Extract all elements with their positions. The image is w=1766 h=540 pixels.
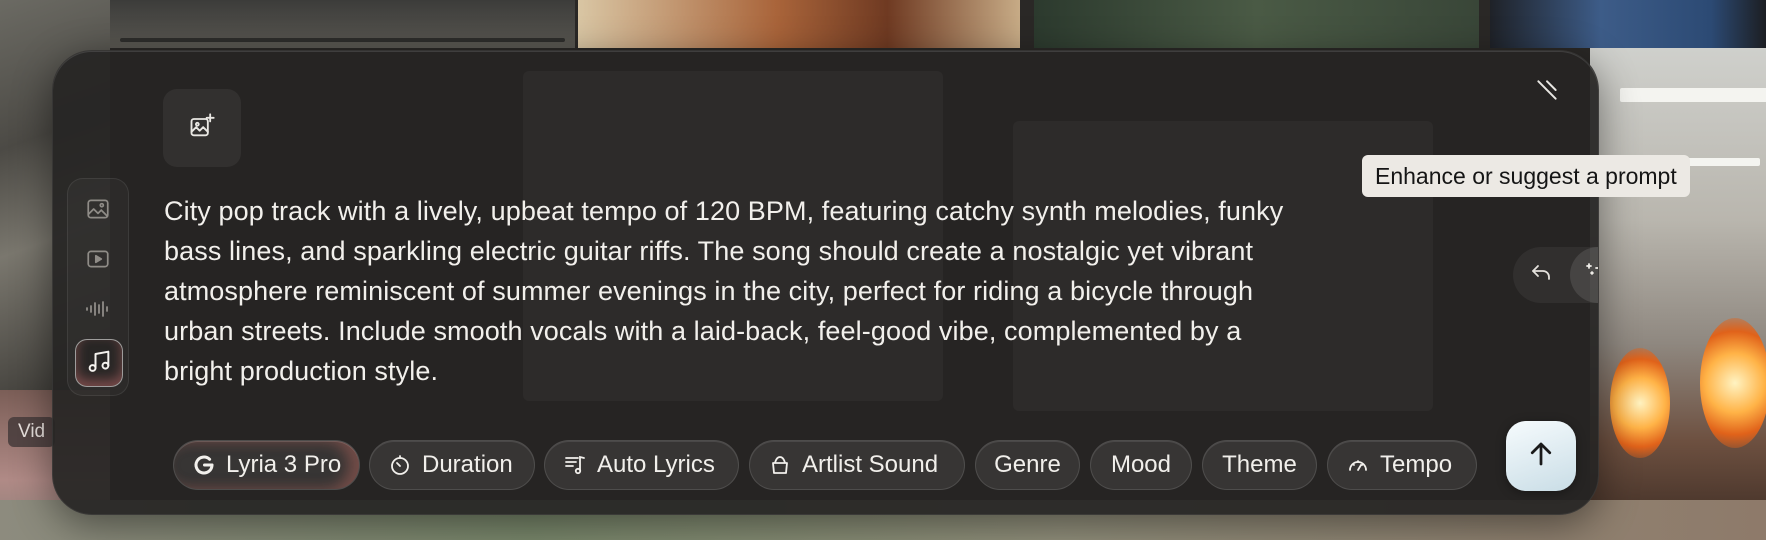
mode-image-button[interactable] — [74, 187, 122, 235]
duration-label: Duration — [422, 451, 513, 478]
add-media-button[interactable] — [163, 89, 241, 167]
bag-icon — [768, 453, 792, 477]
bg-tile-rider — [578, 0, 1020, 48]
tempo-chip[interactable]: Tempo — [1327, 440, 1477, 490]
google-g-icon — [192, 453, 216, 477]
timer-icon — [388, 453, 412, 477]
enhance-prompt-button[interactable] — [1570, 247, 1598, 303]
music-note-icon — [85, 347, 113, 380]
video-tag: Vid — [8, 417, 56, 447]
bg-tile-meeting-room — [110, 0, 575, 48]
model-select-chip[interactable]: Lyria 3 Pro — [173, 440, 360, 490]
image-icon — [85, 196, 111, 227]
bg-tile-office-fire — [1590, 48, 1766, 540]
gauge-icon — [1346, 453, 1370, 477]
bg-tile-sneakers — [1034, 0, 1479, 48]
prompt-edit-controls — [1513, 247, 1598, 303]
artist-sound-chip[interactable]: Artlist Sound — [749, 440, 965, 490]
model-label: Lyria 3 Pro — [226, 451, 342, 478]
tempo-label: Tempo — [1380, 451, 1453, 478]
mode-music-button[interactable] — [75, 339, 123, 387]
lyrics-icon — [563, 453, 587, 477]
genre-label: Genre — [994, 451, 1061, 478]
sparkle-text-icon — [1584, 260, 1598, 291]
collapse-button[interactable] — [1534, 77, 1560, 103]
duration-chip[interactable]: Duration — [369, 440, 535, 490]
play-icon — [85, 246, 111, 277]
mood-chip[interactable]: Mood — [1090, 440, 1192, 490]
collapse-icon — [1534, 80, 1560, 107]
mode-audio-button[interactable] — [74, 287, 122, 335]
image-plus-icon — [188, 112, 216, 145]
bg-tile-denim — [1490, 0, 1766, 48]
theme-label: Theme — [1222, 451, 1297, 478]
lyrics-chip[interactable]: Auto Lyrics — [544, 440, 739, 490]
genre-chip[interactable]: Genre — [975, 440, 1080, 490]
waveform-icon — [84, 296, 112, 327]
lyrics-label: Auto Lyrics — [597, 451, 715, 478]
prompt-panel: City pop track with a lively, upbeat tem… — [52, 50, 1599, 515]
mode-video-button[interactable] — [74, 237, 122, 285]
generate-button[interactable] — [1506, 421, 1576, 491]
undo-icon — [1529, 261, 1553, 290]
prompt-textarea[interactable]: City pop track with a lively, upbeat tem… — [164, 191, 1304, 391]
artist-sound-label: Artlist Sound — [802, 451, 939, 478]
mode-switcher — [67, 178, 129, 396]
theme-chip[interactable]: Theme — [1202, 440, 1317, 490]
undo-button[interactable] — [1513, 247, 1569, 303]
arrow-up-icon — [1526, 439, 1556, 474]
enhance-tooltip: Enhance or suggest a prompt — [1362, 155, 1690, 197]
mood-label: Mood — [1110, 451, 1172, 478]
